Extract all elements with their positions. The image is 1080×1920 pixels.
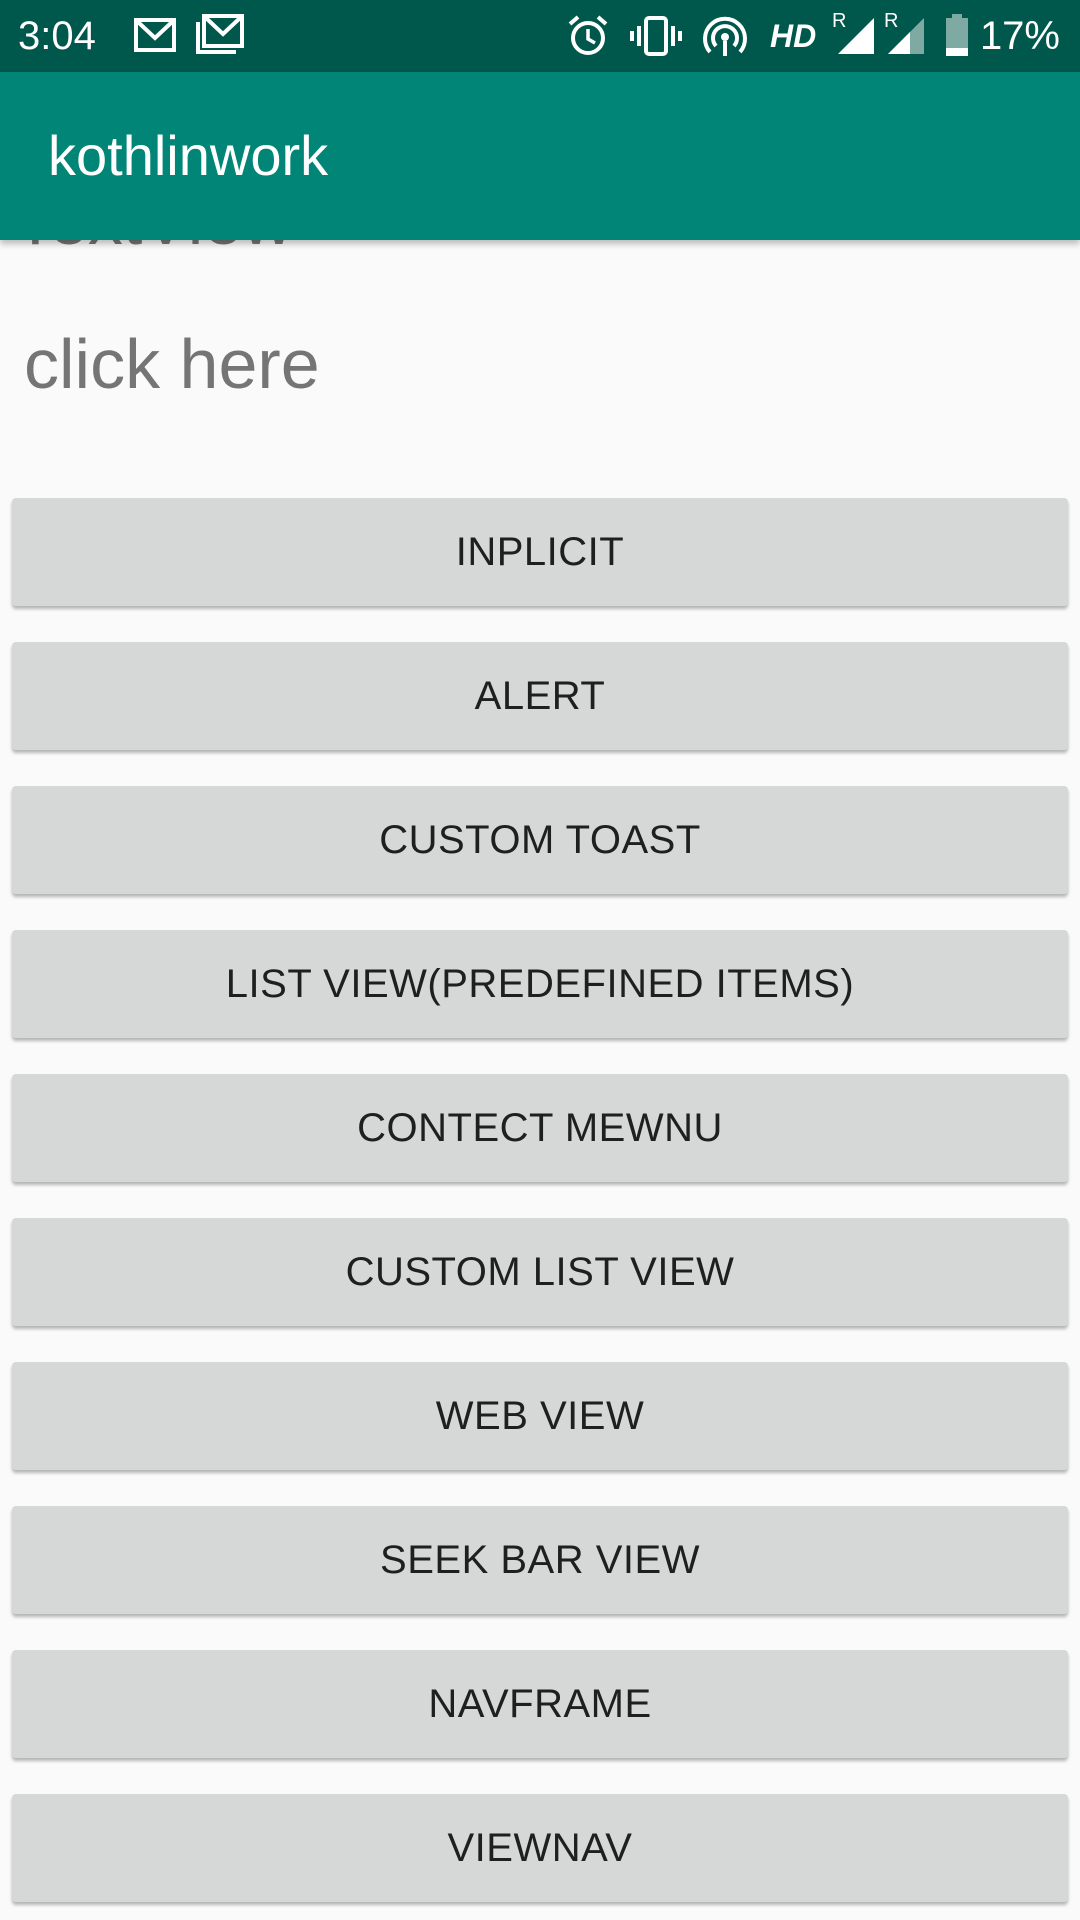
battery-icon [946,14,968,56]
alarm-icon [568,15,608,55]
web-view-button[interactable]: WEB VIEW [12,1362,1068,1470]
seek-bar-view-button[interactable]: SEEK BAR VIEW [12,1506,1068,1614]
main-content: TextView click here INPLICIT ALERT CUSTO… [0,240,1080,1920]
alert-button[interactable]: ALERT [12,642,1068,750]
textview-label: TextView [14,240,293,262]
signal-icon [888,18,924,54]
navframe-button[interactable]: NAVFRAME [12,1650,1068,1758]
status-bar: 3:04 HD R R 17% [0,0,1080,72]
implicit-button[interactable]: INPLICIT [12,498,1068,606]
hotspot-icon [703,16,747,56]
app-title: kothlinwork [48,124,329,187]
context-menu-button[interactable]: CONTECT MEWNU [12,1074,1068,1182]
battery-percent: 17% [979,14,1060,58]
status-time: 3:04 [18,14,96,58]
custom-list-view-button[interactable]: CUSTOM LIST VIEW [12,1218,1068,1326]
list-view-predefined-button[interactable]: LIST VIEW(PREDEFINED ITEMS) [12,930,1068,1038]
gmail-icon [196,14,244,54]
network-type-label: HD [770,18,817,54]
click-here-text[interactable]: click here [24,322,320,406]
app-bar: kothlinwork [0,72,1080,240]
viewnav-button[interactable]: VIEWNAV [12,1794,1068,1902]
gmail-icon [134,18,176,52]
signal-icon [838,18,874,54]
custom-toast-button[interactable]: CUSTOM TOAST [12,786,1068,894]
vibrate-icon [630,16,682,56]
